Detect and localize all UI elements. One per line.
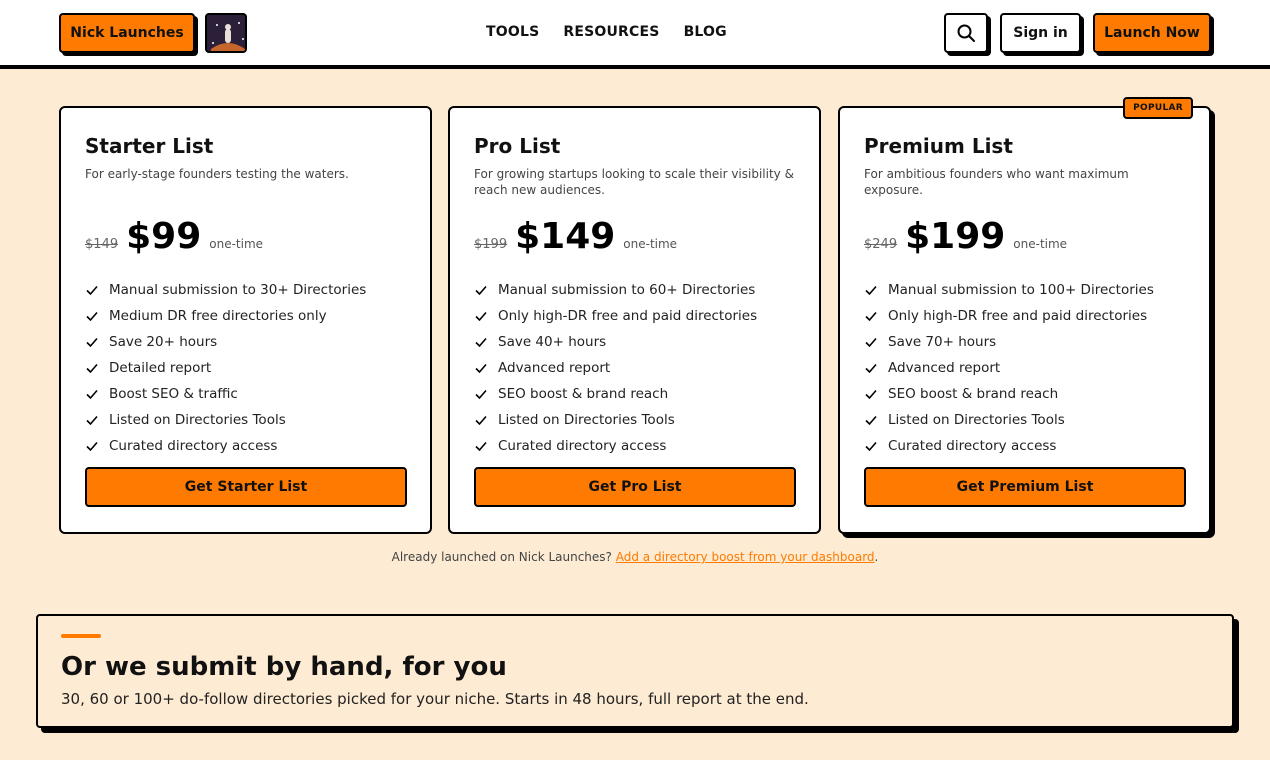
brand-logo-image[interactable]	[205, 13, 247, 53]
note-text: Already launched on Nick Launches?	[391, 550, 616, 564]
check-icon	[86, 415, 98, 426]
feature-item: Advanced report	[474, 355, 757, 381]
price: $149	[515, 216, 616, 257]
plan-description: For growing startups looking to scale th…	[474, 167, 794, 197]
check-icon	[475, 337, 487, 348]
get-premium-list-button[interactable]: Get Premium List	[864, 467, 1186, 507]
already-launched-note: Already launched on Nick Launches? Add a…	[0, 550, 1270, 564]
check-icon	[865, 285, 877, 296]
price-row: $199 $149 one-time	[474, 216, 677, 257]
feature-item: Only high-DR free and paid directories	[474, 303, 757, 329]
accent-bar	[61, 634, 101, 638]
price-unit: one-time	[1013, 237, 1068, 251]
feature-list: Manual submission to 100+ Directories On…	[864, 277, 1154, 459]
feature-item: Only high-DR free and paid directories	[864, 303, 1154, 329]
price-row: $149 $99 one-time	[85, 216, 263, 257]
check-icon	[86, 389, 98, 400]
check-icon	[865, 311, 877, 322]
popular-badge: POPULAR	[1123, 97, 1193, 119]
old-price: $149	[85, 237, 119, 252]
check-icon	[86, 363, 98, 374]
section-title: Or we submit by hand, for you	[61, 652, 507, 682]
check-icon	[865, 441, 877, 452]
old-price: $249	[864, 237, 898, 252]
feature-item: Curated directory access	[85, 433, 366, 459]
feature-list: Manual submission to 60+ Directories Onl…	[474, 277, 757, 459]
check-icon	[865, 363, 877, 374]
check-icon	[86, 337, 98, 348]
feature-item: Manual submission to 60+ Directories	[474, 277, 757, 303]
check-icon	[475, 441, 487, 452]
feature-item: SEO boost & brand reach	[864, 381, 1154, 407]
launch-now-button[interactable]: Launch Now	[1093, 13, 1211, 53]
feature-item: Boost SEO & traffic	[85, 381, 366, 407]
check-icon	[475, 311, 487, 322]
directory-boost-link[interactable]: Add a directory boost from your dashboar…	[616, 550, 875, 564]
feature-item: Save 40+ hours	[474, 329, 757, 355]
feature-item: Manual submission to 30+ Directories	[85, 277, 366, 303]
plan-description: For early-stage founders testing the wat…	[85, 167, 349, 181]
check-icon	[475, 415, 487, 426]
check-icon	[865, 415, 877, 426]
nav-resources[interactable]: RESOURCES	[563, 24, 659, 40]
check-icon	[865, 337, 877, 348]
feature-item: Listed on Directories Tools	[474, 407, 757, 433]
brand-button[interactable]: Nick Launches	[59, 13, 195, 53]
get-starter-list-button[interactable]: Get Starter List	[85, 467, 407, 507]
get-pro-list-button[interactable]: Get Pro List	[474, 467, 796, 507]
check-icon	[86, 441, 98, 452]
feature-item: Manual submission to 100+ Directories	[864, 277, 1154, 303]
feature-item: SEO boost & brand reach	[474, 381, 757, 407]
price: $99	[126, 216, 202, 257]
feature-item: Detailed report	[85, 355, 366, 381]
sign-in-button[interactable]: Sign in	[1000, 13, 1081, 53]
plan-description: For ambitious founders who want maximum …	[864, 167, 1129, 197]
old-price: $199	[474, 237, 508, 252]
feature-item: Curated directory access	[864, 433, 1154, 459]
plan-card-pro: Pro List For growing startups looking to…	[448, 106, 821, 534]
check-icon	[475, 389, 487, 400]
feature-item: Advanced report	[864, 355, 1154, 381]
price-unit: one-time	[623, 237, 678, 251]
main-nav: TOOLS RESOURCES BLOG	[486, 24, 727, 40]
price: $199	[905, 216, 1006, 257]
nav-tools[interactable]: TOOLS	[486, 24, 539, 40]
feature-item: Save 20+ hours	[85, 329, 366, 355]
plan-card-premium: POPULAR Premium List For ambitious found…	[838, 97, 1211, 534]
plan-title: Starter List	[85, 134, 214, 158]
feature-item: Medium DR free directories only	[85, 303, 366, 329]
check-icon	[475, 363, 487, 374]
feature-item: Listed on Directories Tools	[864, 407, 1154, 433]
submit-by-hand-section: Or we submit by hand, for you 30, 60 or …	[36, 614, 1234, 728]
check-icon	[86, 311, 98, 322]
plan-title: Pro List	[474, 134, 561, 158]
nav-blog[interactable]: BLOG	[684, 24, 727, 40]
section-subtitle: 30, 60 or 100+ do-follow directories pic…	[61, 690, 809, 708]
check-icon	[475, 285, 487, 296]
feature-item: Save 70+ hours	[864, 329, 1154, 355]
check-icon	[86, 285, 98, 296]
note-end: .	[874, 550, 879, 564]
price-row: $249 $199 one-time	[864, 216, 1067, 257]
search-icon	[957, 24, 975, 42]
top-header: Nick Launches TOOLS RESOURCES BLOG Sign …	[0, 0, 1270, 69]
plan-card-starter: Starter List For early-stage founders te…	[59, 106, 432, 534]
feature-list: Manual submission to 30+ Directories Med…	[85, 277, 366, 459]
search-button[interactable]	[944, 13, 988, 53]
check-icon	[865, 389, 877, 400]
plan-title: Premium List	[864, 134, 1013, 158]
feature-item: Listed on Directories Tools	[85, 407, 366, 433]
price-unit: one-time	[209, 237, 264, 251]
feature-item: Curated directory access	[474, 433, 757, 459]
